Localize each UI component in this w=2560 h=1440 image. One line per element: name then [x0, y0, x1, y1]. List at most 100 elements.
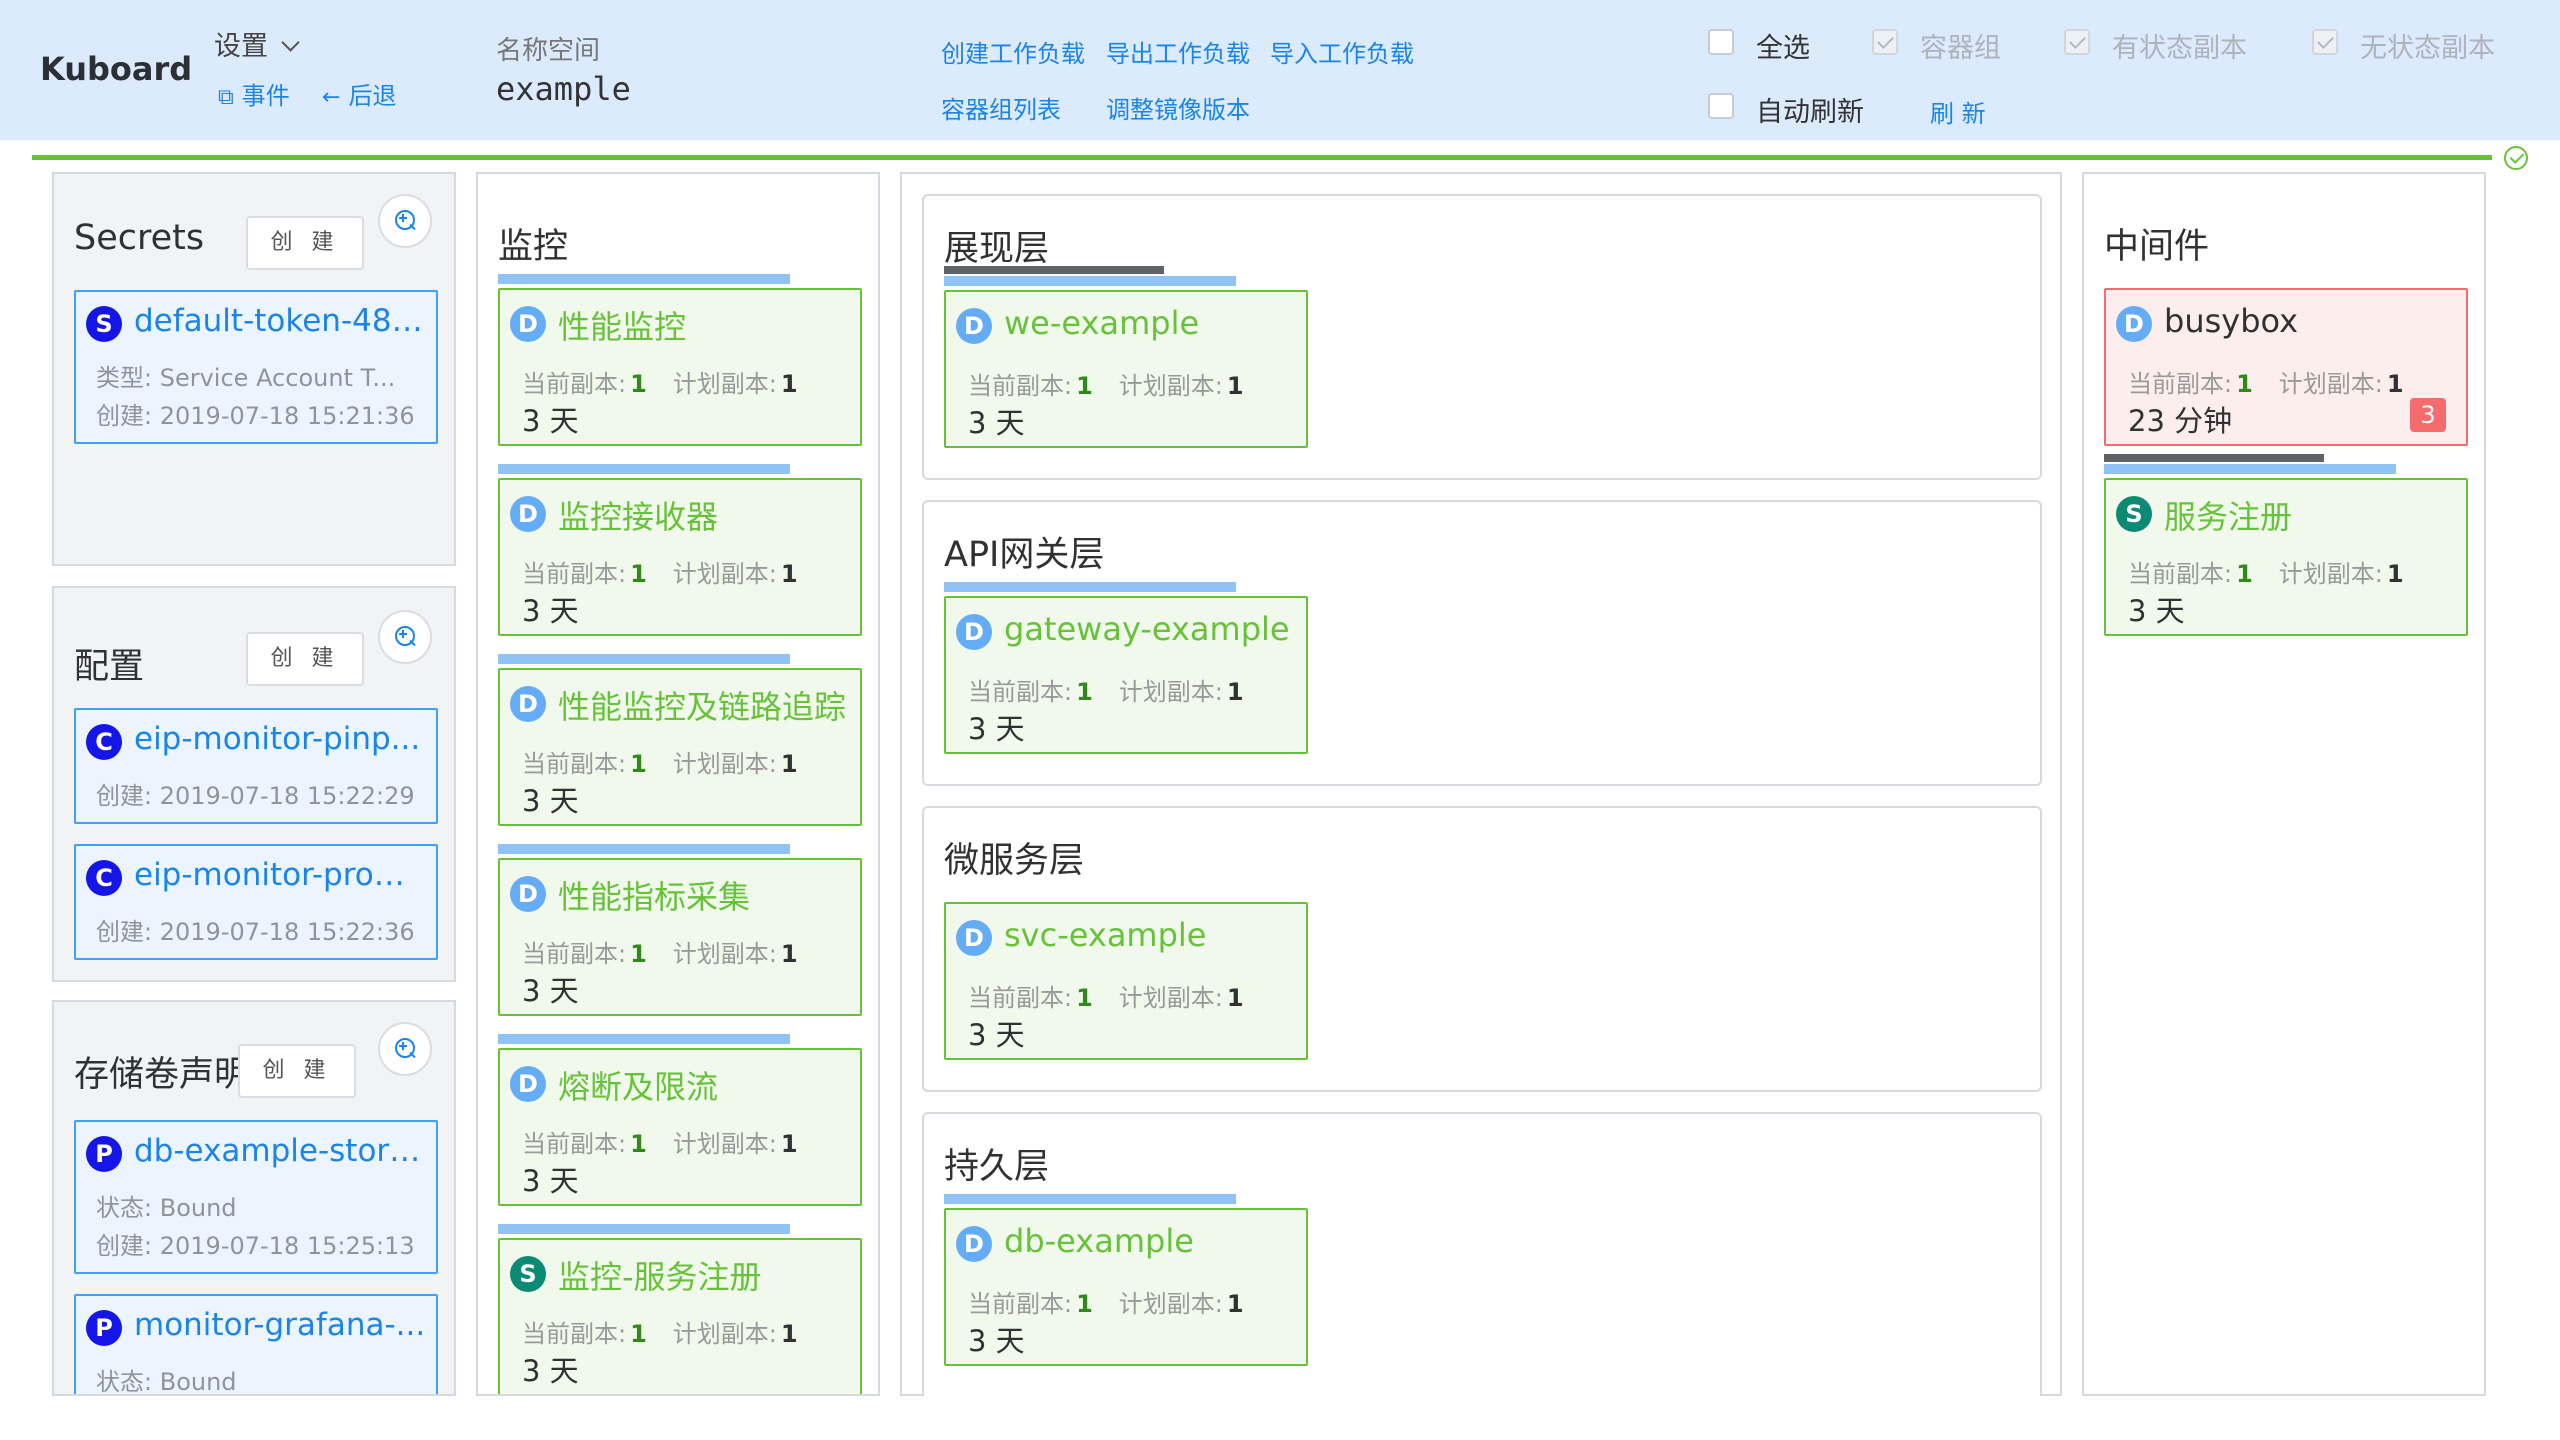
pvc-name[interactable]: monitor-grafana-...	[134, 1307, 430, 1343]
created-label: 创建:	[96, 782, 153, 810]
current-value: 1	[1076, 984, 1093, 1012]
replica-counts: 当前副本: 1 计划副本: 1	[522, 1314, 824, 1349]
import-workload-link[interactable]: 导入工作负载	[1270, 34, 1414, 69]
config-card[interactable]: C eip-monitor-prom... 创建: 2019-07-18 15:…	[74, 844, 438, 960]
settings-label: 设置	[214, 31, 268, 62]
config-name[interactable]: eip-monitor-pinp...	[134, 721, 430, 757]
config-name[interactable]: eip-monitor-prom...	[134, 857, 430, 893]
workload-age: 3 天	[968, 406, 1025, 440]
secret-name[interactable]: default-token-48wvj	[134, 303, 430, 339]
current-value: 1	[1076, 1290, 1093, 1318]
planned-label: 计划副本:	[672, 370, 777, 398]
current-value: 1	[1076, 678, 1093, 706]
pods-list-link[interactable]: 容器组列表	[941, 90, 1061, 125]
workload-card[interactable]: D svc-example 当前副本: 1 计划副本: 1 3 天	[944, 902, 1308, 1060]
arrow-left-icon: ←	[322, 85, 341, 110]
replica-bar	[498, 844, 790, 854]
create-config-button[interactable]: 创 建	[246, 632, 364, 686]
workload-name[interactable]: gateway-example	[1004, 610, 1306, 648]
pods-checkbox[interactable]	[1872, 29, 1898, 55]
status-label: 状态:	[96, 1194, 153, 1222]
refresh-button[interactable]: 刷 新	[1930, 94, 1986, 129]
created-label: 创建:	[96, 402, 153, 430]
replica-counts: 当前副本: 1 计划副本: 1	[968, 366, 1270, 401]
workload-name[interactable]: 性能指标采集	[558, 872, 860, 918]
replica-bar	[498, 654, 790, 664]
workload-card[interactable]: D 熔断及限流 当前副本: 1 计划副本: 1 3 天	[498, 1048, 862, 1206]
replica-counts: 当前副本: 1 计划副本: 1	[522, 364, 824, 399]
config-badge: C	[86, 860, 122, 896]
workload-card[interactable]: D 性能监控及链路追踪 当前副本: 1 计划副本: 1 3 天	[498, 668, 862, 826]
workload-age: 3 天	[522, 974, 579, 1008]
pvc-name[interactable]: db-example-stora...	[134, 1133, 430, 1169]
workload-name[interactable]: 熔断及限流	[558, 1062, 860, 1108]
settings-dropdown[interactable]: 设置	[214, 24, 300, 63]
workload-card[interactable]: D busybox 当前副本: 1 计划副本: 1 23 分钟 3	[2104, 288, 2468, 446]
replica-counts: 当前副本: 1 计划副本: 1	[2128, 364, 2430, 399]
namespace-label: 名称空间	[496, 36, 601, 66]
pvc-card[interactable]: P monitor-grafana-... 状态: Bound	[74, 1294, 438, 1394]
workload-badge: D	[510, 306, 546, 342]
zoom-in-button[interactable]	[378, 1022, 432, 1076]
workload-badge: D	[510, 876, 546, 912]
config-badge: C	[86, 724, 122, 760]
workload-name[interactable]: 监控接收器	[558, 492, 860, 538]
top-bar: Kuboard 设置 ⧉ 事件 ← 后退 名称空间 example 创建工作负载 导…	[0, 0, 2560, 140]
workload-name[interactable]: svc-example	[1004, 916, 1306, 954]
events-link[interactable]: ⧉ 事件	[218, 76, 290, 111]
workload-name[interactable]: db-example	[1004, 1222, 1306, 1260]
create-workload-link[interactable]: 创建工作负载	[941, 34, 1085, 69]
adjust-image-link[interactable]: 调整镜像版本	[1106, 90, 1250, 125]
zoom-in-button[interactable]	[378, 194, 432, 248]
workload-card[interactable]: D 监控接收器 当前副本: 1 计划副本: 1 3 天	[498, 478, 862, 636]
namespace-value: example	[496, 70, 631, 108]
workload-card[interactable]: D 性能监控 当前副本: 1 计划副本: 1 3 天	[498, 288, 862, 446]
zoom-in-icon	[399, 1042, 407, 1050]
current-value: 1	[1076, 372, 1093, 400]
planned-value: 1	[780, 370, 798, 398]
back-link[interactable]: ← 后退	[322, 76, 396, 111]
create-pvc-button[interactable]: 创 建	[238, 1044, 356, 1098]
planned-value: 1	[780, 1320, 798, 1348]
auto-refresh-checkbox[interactable]	[1708, 93, 1734, 119]
workload-card[interactable]: D 性能指标采集 当前副本: 1 计划副本: 1 3 天	[498, 858, 862, 1016]
planned-value: 1	[2386, 560, 2404, 588]
config-card[interactable]: C eip-monitor-pinp... 创建: 2019-07-18 15:…	[74, 708, 438, 824]
create-secret-button[interactable]: 创 建	[246, 216, 364, 270]
export-workload-link[interactable]: 导出工作负载	[1106, 34, 1250, 69]
workload-card[interactable]: S 服务注册 当前副本: 1 计划副本: 1 3 天	[2104, 478, 2468, 636]
current-label: 当前副本:	[522, 940, 627, 968]
workload-card[interactable]: S 监控-服务注册 当前副本: 1 计划副本: 1 3 天	[498, 1238, 862, 1394]
workload-name[interactable]: 监控-服务注册	[558, 1252, 860, 1298]
replica-bar	[944, 582, 1236, 592]
planned-label: 计划副本:	[672, 560, 777, 588]
stateless-check-label: 无状态副本	[2360, 33, 2495, 64]
workload-card[interactable]: D db-example 当前副本: 1 计划副本: 1 3 天	[944, 1208, 1308, 1366]
workload-badge: S	[2116, 496, 2152, 532]
pvc-badge: P	[86, 1310, 122, 1346]
workload-name[interactable]: 性能监控及链路追踪	[558, 682, 860, 728]
logo: Kuboard	[40, 50, 193, 88]
pvc-badge: P	[86, 1136, 122, 1172]
error-count-badge[interactable]: 3	[2410, 398, 2446, 432]
type-value: Service Account T...	[159, 364, 396, 392]
workload-name[interactable]: we-example	[1004, 304, 1306, 342]
pvc-card[interactable]: P db-example-stora... 状态: Bound 创建: 2019…	[74, 1120, 438, 1274]
workload-card[interactable]: D we-example 当前副本: 1 计划副本: 1 3 天	[944, 290, 1308, 448]
workload-name[interactable]: 性能监控	[558, 302, 860, 348]
select-all-checkbox[interactable]	[1708, 29, 1734, 55]
secrets-panel: Secrets 创 建 S default-token-48wvj 类型: Se…	[52, 172, 456, 566]
progress-bar	[944, 266, 1164, 274]
secret-card[interactable]: S default-token-48wvj 类型: Service Accoun…	[74, 290, 438, 444]
layer-persistence: 持久层 D db-example 当前副本: 1 计划副本: 1 3 天	[922, 1112, 2042, 1396]
workload-name[interactable]: 服务注册	[2164, 492, 2466, 538]
pvc-created: 创建: 2019-07-18 15:25:13	[96, 1226, 426, 1261]
stateful-checkbox[interactable]	[2064, 29, 2090, 55]
monitor-panel: 监控 D 性能监控 当前副本: 1 计划副本: 1 3 天 D 监控接收器 当前副本:…	[476, 172, 880, 1396]
stateless-checkbox[interactable]	[2312, 29, 2338, 55]
created-value: 2019-07-18 15:21:36	[159, 402, 415, 430]
workload-badge: D	[510, 1066, 546, 1102]
zoom-in-button[interactable]	[378, 610, 432, 664]
workload-card[interactable]: D gateway-example 当前副本: 1 计划副本: 1 3 天	[944, 596, 1308, 754]
workload-name[interactable]: busybox	[2164, 302, 2466, 340]
